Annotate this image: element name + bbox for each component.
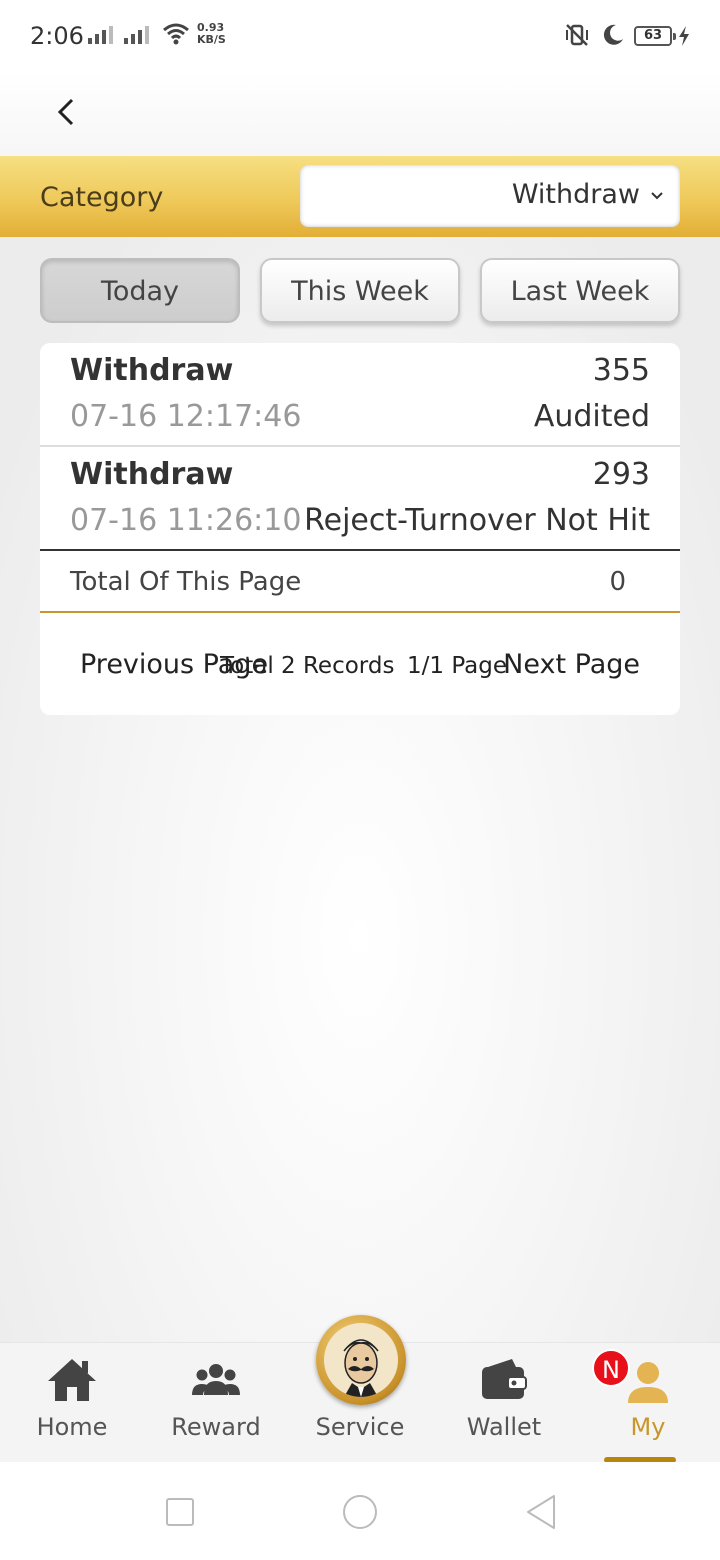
bottom-nav: Home Reward Service Wallet N My: [0, 1315, 720, 1463]
chevron-down-icon: [651, 192, 663, 200]
record-status: Reject-Turnover Not Hit: [304, 503, 650, 538]
records-card: Withdraw 355 07-16 12:17:46 Audited With…: [40, 343, 680, 715]
vibrate-off-icon: [566, 24, 588, 46]
record-time: 07-16 12:17:46: [70, 399, 302, 434]
nav-home[interactable]: Home: [0, 1343, 144, 1463]
battery-icon: 63: [634, 26, 676, 46]
charging-icon: [679, 26, 689, 46]
wallet-icon: [482, 1359, 527, 1399]
page-total-label: Total Of This Page: [70, 567, 302, 597]
nav-reward[interactable]: Reward: [144, 1343, 288, 1463]
record-type: Withdraw: [70, 457, 234, 492]
record-type: Withdraw: [70, 353, 234, 388]
net-speed: 0.93 KB/S: [197, 21, 226, 46]
home-button[interactable]: [340, 1492, 380, 1532]
page-total-value: 0: [609, 567, 626, 597]
signal-icon: [124, 26, 149, 44]
status-bar: 2:06 0.93 KB/S 63: [0, 0, 720, 72]
signal-icon: [88, 26, 113, 44]
page-info: 1/1 Page: [407, 653, 508, 679]
notification-badge: N: [592, 1349, 630, 1387]
record-amount: 355: [592, 353, 650, 388]
record-status: Audited: [533, 399, 650, 434]
divider: [40, 611, 680, 613]
nav-wallet[interactable]: Wallet: [432, 1343, 576, 1463]
moon-icon: [603, 24, 623, 45]
tab-last-week[interactable]: Last Week: [480, 258, 680, 323]
nav-label: Wallet: [466, 1413, 542, 1441]
nav-label: Reward: [171, 1413, 261, 1441]
user-icon: [628, 1362, 668, 1403]
list-item[interactable]: Withdraw 293 07-16 11:26:10 Reject-Turno…: [40, 447, 680, 549]
divider: [40, 549, 680, 551]
tab-today[interactable]: Today: [40, 258, 240, 323]
next-page-button[interactable]: Next Page: [503, 649, 640, 680]
list-item[interactable]: Withdraw 355 07-16 12:17:46 Audited: [40, 343, 680, 445]
recents-button[interactable]: [160, 1492, 200, 1532]
back-button[interactable]: [46, 92, 86, 132]
nav-label: My: [630, 1413, 666, 1441]
system-nav-bar: [0, 1462, 720, 1560]
service-avatar-icon: [316, 1315, 406, 1405]
nav-service[interactable]: Service: [288, 1315, 432, 1463]
category-bar: Category Withdraw: [0, 156, 720, 237]
total-records: Total 2 Records: [220, 653, 395, 679]
back-nav-button[interactable]: [520, 1492, 560, 1532]
group-icon: [192, 1364, 240, 1395]
wifi-icon: [163, 23, 189, 45]
category-selected-value: Withdraw: [511, 179, 640, 210]
header: [0, 72, 720, 156]
record-time: 07-16 11:26:10: [70, 503, 302, 538]
record-amount: 293: [592, 457, 650, 492]
nav-label: Service: [315, 1413, 405, 1441]
category-label: Category: [40, 182, 164, 213]
nav-label: Home: [36, 1413, 108, 1441]
nav-my[interactable]: N My: [576, 1343, 720, 1463]
tab-this-week[interactable]: This Week: [260, 258, 460, 323]
home-icon: [48, 1359, 96, 1401]
status-time: 2:06: [30, 22, 84, 50]
category-select[interactable]: Withdraw: [300, 165, 680, 227]
chevron-left-icon: [57, 98, 74, 126]
